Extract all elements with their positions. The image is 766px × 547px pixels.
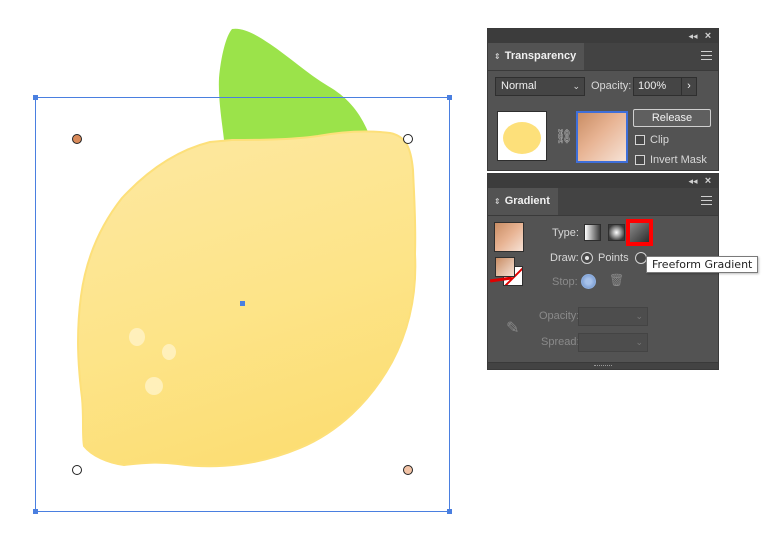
close-icon[interactable]: ×: [701, 174, 715, 188]
stop-color-icon[interactable]: [581, 274, 596, 289]
trash-icon[interactable]: 🗑: [609, 273, 624, 287]
release-label: Release: [651, 112, 693, 124]
spread-label: Spread:: [541, 336, 580, 348]
tab-gradient[interactable]: ⇕ Gradient: [488, 188, 558, 215]
blend-mode-dropdown[interactable]: Normal ⌄: [495, 77, 585, 96]
linear-gradient-button[interactable]: [584, 224, 601, 241]
panel-menu-icon[interactable]: [701, 196, 712, 205]
gradient-point[interactable]: [403, 134, 413, 144]
selection-handle[interactable]: [33, 95, 38, 100]
lemon-thumbnail-icon: [503, 122, 541, 154]
opacity-dropdown[interactable]: ⌄: [578, 307, 648, 326]
panel-tabbar: ⇕ Transparency: [488, 43, 718, 71]
collapse-icon[interactable]: ◂◂: [686, 174, 700, 188]
gradient-point[interactable]: [403, 465, 413, 475]
panel-topbar: ◂◂ ×: [488, 29, 718, 43]
gradient-point[interactable]: [72, 465, 82, 475]
collapse-icon[interactable]: ◂◂: [686, 29, 700, 43]
chevron-down-icon: ⌄: [635, 311, 643, 321]
selection-handle[interactable]: [447, 509, 452, 514]
opacity-menu-button[interactable]: ›: [681, 77, 697, 96]
blend-mode-value: Normal: [501, 80, 537, 92]
panel-topbar: ◂◂ ×: [488, 174, 718, 188]
fill-swatch[interactable]: [495, 257, 515, 277]
type-label: Type:: [552, 227, 579, 239]
panel-tabbar: ⇕ Gradient: [488, 188, 718, 216]
freeform-gradient-tooltip: Freeform Gradient: [646, 256, 759, 273]
invert-mask-label: Invert Mask: [650, 154, 707, 166]
opacity-field[interactable]: 100%: [633, 77, 685, 96]
clip-label: Clip: [650, 134, 669, 146]
panel-menu-icon[interactable]: [701, 51, 712, 60]
release-button[interactable]: Release: [633, 109, 711, 127]
resize-grip[interactable]: [488, 362, 718, 369]
opacity-value: 100%: [638, 80, 667, 92]
clip-checkbox[interactable]: [635, 135, 645, 145]
draw-label: Draw:: [550, 252, 579, 264]
tab-label: Gradient: [504, 195, 550, 207]
lemon-body[interactable]: [77, 130, 417, 468]
gradient-point[interactable]: [72, 134, 82, 144]
close-icon[interactable]: ×: [701, 29, 715, 43]
freeform-gradient-button[interactable]: [626, 219, 653, 246]
tab-label: Transparency: [504, 50, 577, 62]
spread-dropdown[interactable]: ⌄: [578, 333, 648, 352]
freeform-gradient-icon: [630, 223, 649, 242]
stop-label: Stop:: [552, 276, 578, 288]
selection-handle[interactable]: [447, 95, 452, 100]
object-thumbnail[interactable]: [497, 111, 547, 161]
link-icon[interactable]: ⛓: [555, 128, 573, 145]
eyedropper-icon[interactable]: ✎: [506, 318, 519, 338]
mask-thumbnail[interactable]: [576, 111, 628, 163]
opacity-label: Opacity:: [591, 80, 632, 92]
artboard-canvas[interactable]: [0, 0, 480, 547]
tab-arrows-icon: ⇕: [494, 52, 501, 61]
lemon-spot: [162, 344, 176, 360]
radial-gradient-button[interactable]: [608, 224, 625, 241]
tab-arrows-icon: ⇕: [494, 197, 501, 206]
center-point[interactable]: [240, 301, 245, 306]
points-radio[interactable]: [581, 252, 593, 264]
lemon-spot: [129, 328, 145, 346]
invert-mask-checkbox[interactable]: [635, 155, 645, 165]
lemon-spot: [145, 377, 163, 395]
points-label: Points: [598, 252, 629, 264]
leaf-shape[interactable]: [218, 28, 370, 140]
transparency-panel: ◂◂ × ⇕ Transparency Normal ⌄ Opacity: 100…: [487, 28, 719, 171]
tab-transparency[interactable]: ⇕ Transparency: [488, 43, 585, 70]
chevron-right-icon: ›: [687, 80, 691, 92]
tooltip-text: Freeform Gradient: [652, 258, 753, 271]
chevron-down-icon: ⌄: [572, 81, 580, 91]
opacity-label: Opacity:: [539, 310, 580, 322]
gradient-swatch[interactable]: [494, 222, 524, 252]
chevron-down-icon: ⌄: [635, 337, 643, 347]
selection-handle[interactable]: [33, 509, 38, 514]
